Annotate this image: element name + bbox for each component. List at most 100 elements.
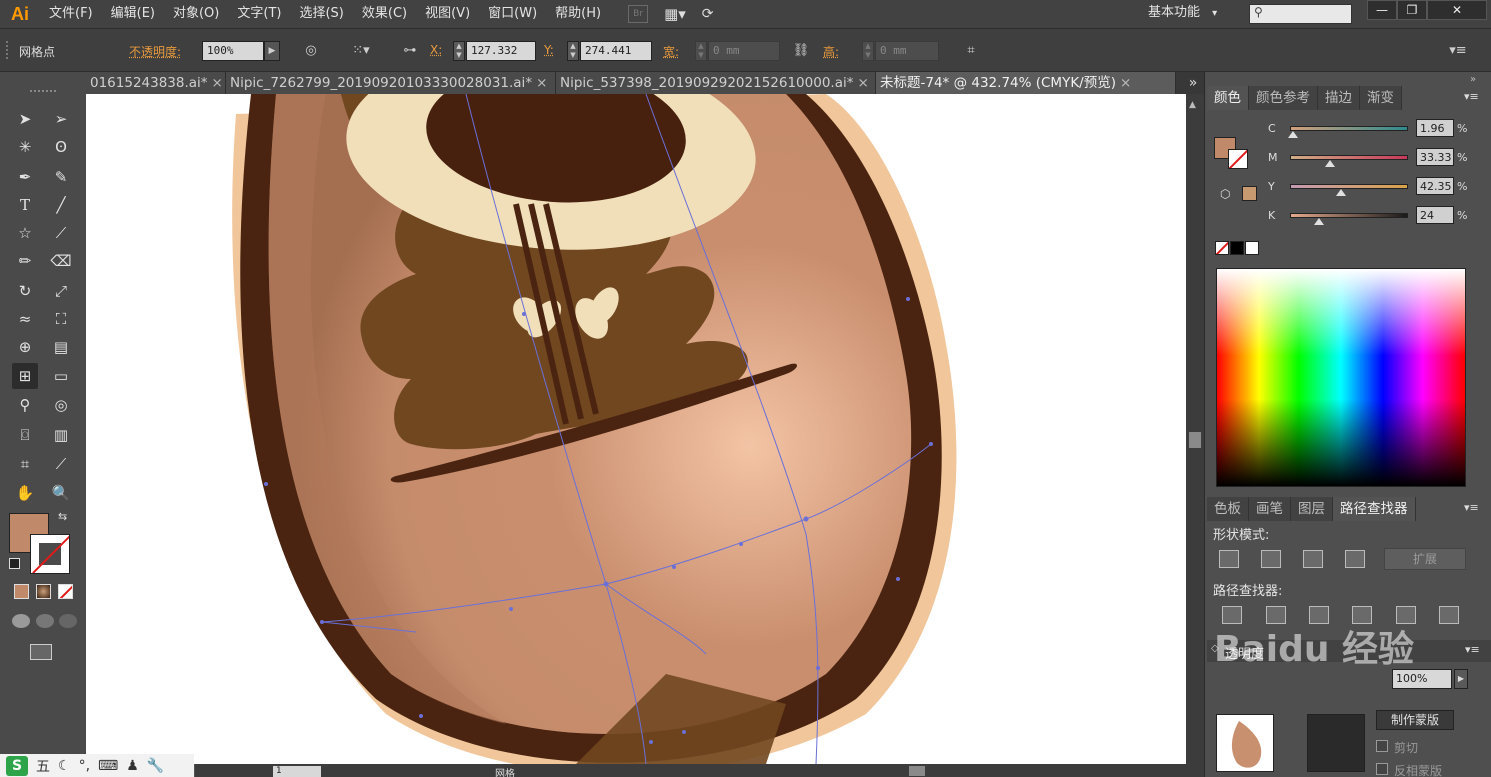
document-tab[interactable]: Nipic_7262799_20190920103330028031.ai* × [226,72,556,94]
selection-tool-icon[interactable]: ➤ [12,106,38,132]
tab-stroke[interactable]: 描边 [1318,86,1360,110]
mesh-tool-icon[interactable]: ⊞ [12,363,38,389]
exclude-icon[interactable] [1345,550,1365,568]
menu-window[interactable]: 窗口(W) [479,0,546,28]
width-stepper-icon[interactable]: ▲ ▼ [695,41,707,61]
isolate-selected-icon[interactable]: ⌗ [960,42,982,60]
draw-normal-icon[interactable] [12,614,30,628]
scroll-up-icon[interactable]: ▲ [1189,100,1196,110]
column-graph-tool-icon[interactable]: ▥ [48,422,74,448]
perspective-grid-tool-icon[interactable]: ▤ [48,334,74,360]
pen-tool-icon[interactable]: ✒ [12,164,38,190]
color-panel-menu-icon[interactable]: ▾≡ [1464,90,1479,103]
close-icon[interactable]: × [1120,75,1131,91]
none-mode-button[interactable] [58,584,73,599]
curvature-tool-icon[interactable]: ✎ [48,164,74,190]
slider-knob[interactable] [1324,159,1335,167]
menu-object[interactable]: 对象(O) [164,0,228,28]
gamut-color-swatch[interactable] [1242,186,1257,201]
none-color-swatch[interactable] [1215,241,1229,255]
menu-file[interactable]: 文件(F) [40,0,102,28]
more-tabs-icon[interactable]: » [1182,72,1204,94]
draw-inside-icon[interactable] [59,614,77,628]
intersect-icon[interactable] [1303,550,1323,568]
hand-tool-icon[interactable]: ✋ [12,480,38,506]
gpu-performance-icon[interactable]: ⟳ [702,6,714,22]
width-tool-icon[interactable]: ≈ [12,306,38,332]
reference-point-icon[interactable]: ⁙▾ [346,42,376,60]
zoom-tool-icon[interactable]: 🔍 [48,480,74,506]
artboard-navigation-field[interactable]: 1 [273,766,321,777]
pencil-tool-icon[interactable]: ✏ [12,248,38,274]
mask-thumbnail[interactable] [1307,714,1365,772]
expand-button[interactable]: 扩展 [1384,548,1466,570]
close-icon[interactable]: × [536,75,547,91]
white-color-swatch[interactable] [1245,241,1259,255]
shape-builder-tool-icon[interactable]: ⊕ [12,334,38,360]
close-icon[interactable]: × [212,75,223,91]
height-stepper-icon[interactable]: ▲ ▼ [862,41,874,61]
panel-stroke-swatch[interactable] [1228,149,1248,169]
invert-mask-checkbox[interactable] [1376,763,1388,775]
y-coordinate-input[interactable]: 274.441 [580,41,652,61]
minus-front-icon[interactable] [1261,550,1281,568]
eyedropper-tool-icon[interactable]: ⚲ [12,392,38,418]
magenta-slider[interactable] [1290,154,1408,167]
close-button[interactable]: ✕ [1427,0,1487,20]
make-mask-button[interactable]: 制作蒙版 [1376,710,1454,730]
black-color-swatch[interactable] [1230,241,1244,255]
menu-edit[interactable]: 编辑(E) [102,0,164,28]
punctuation-icon[interactable]: °, [79,758,90,774]
y-stepper-icon[interactable]: ▲ ▼ [567,41,579,61]
screen-mode-icon[interactable] [30,644,52,660]
tab-layers[interactable]: 图层 [1291,497,1333,521]
paintbrush-tool-icon[interactable]: ⟋ [48,220,74,246]
magic-wand-tool-icon[interactable]: ✳ [12,134,38,160]
vertical-scroll-thumb[interactable] [1189,432,1201,448]
sogou-logo-icon[interactable]: S [6,755,28,776]
stroke-color-swatch[interactable] [30,534,70,574]
y-label[interactable]: Y: [544,43,554,57]
control-panel-menu-icon[interactable]: ▾≡ [1448,42,1468,60]
yellow-slider[interactable] [1290,183,1408,196]
arrange-documents-icon[interactable]: ▦▾ [664,5,686,23]
lasso-tool-icon[interactable]: ʘ [48,134,74,160]
eraser-tool-icon[interactable]: ⌫ [48,248,74,274]
direct-selection-tool-icon[interactable]: ➢ [48,106,74,132]
slice-tool-icon[interactable]: ⟋ [48,451,74,477]
panel-collapse-icon[interactable]: » [1470,74,1476,85]
star-tool-icon[interactable]: ☆ [12,220,38,246]
swap-fill-stroke-icon[interactable]: ⇆ [58,510,67,523]
horizontal-scroll-thumb[interactable] [909,766,925,776]
tab-gradient[interactable]: 渐变 [1360,86,1402,110]
tab-color-guide[interactable]: 颜色参考 [1249,86,1318,110]
cyan-slider[interactable] [1288,125,1408,138]
out-of-gamut-cube-icon[interactable]: ⬡ [1220,187,1230,201]
artboard-tool-icon[interactable]: ⌗ [12,451,38,477]
x-stepper-icon[interactable]: ▲ ▼ [453,41,465,61]
ime-mode-label[interactable]: 五 [36,756,50,776]
blend-tool-icon[interactable]: ◎ [48,392,74,418]
draw-behind-icon[interactable] [36,614,54,628]
document-tab[interactable]: 01615243838.ai* × [86,72,226,94]
menu-effect[interactable]: 效果(C) [353,0,416,28]
pathfinder-panel-menu-icon[interactable]: ▾≡ [1464,501,1479,514]
artboard-canvas[interactable] [86,94,1186,764]
slider-knob[interactable] [1335,188,1346,196]
opacity-input[interactable]: 100% [202,41,264,61]
color-spectrum[interactable] [1216,268,1466,487]
x-label[interactable]: X: [430,43,442,57]
skin-icon[interactable]: ♟ [126,758,139,774]
cyan-value-input[interactable]: 1.96 [1416,119,1454,137]
rotate-tool-icon[interactable]: ↻ [12,278,38,304]
tab-brushes[interactable]: 画笔 [1249,497,1291,521]
clip-checkbox[interactable] [1376,740,1388,752]
lute-artwork[interactable] [86,94,1186,764]
default-fill-stroke-icon[interactable] [9,558,20,569]
minimize-button[interactable]: — [1367,0,1397,20]
height-label[interactable]: 高: [823,43,839,60]
slider-knob[interactable] [1314,217,1325,225]
gradient-tool-icon[interactable]: ▭ [48,363,74,389]
wrench-icon[interactable]: 🔧 [147,758,164,774]
keyboard-icon[interactable]: ⌨ [98,758,118,774]
